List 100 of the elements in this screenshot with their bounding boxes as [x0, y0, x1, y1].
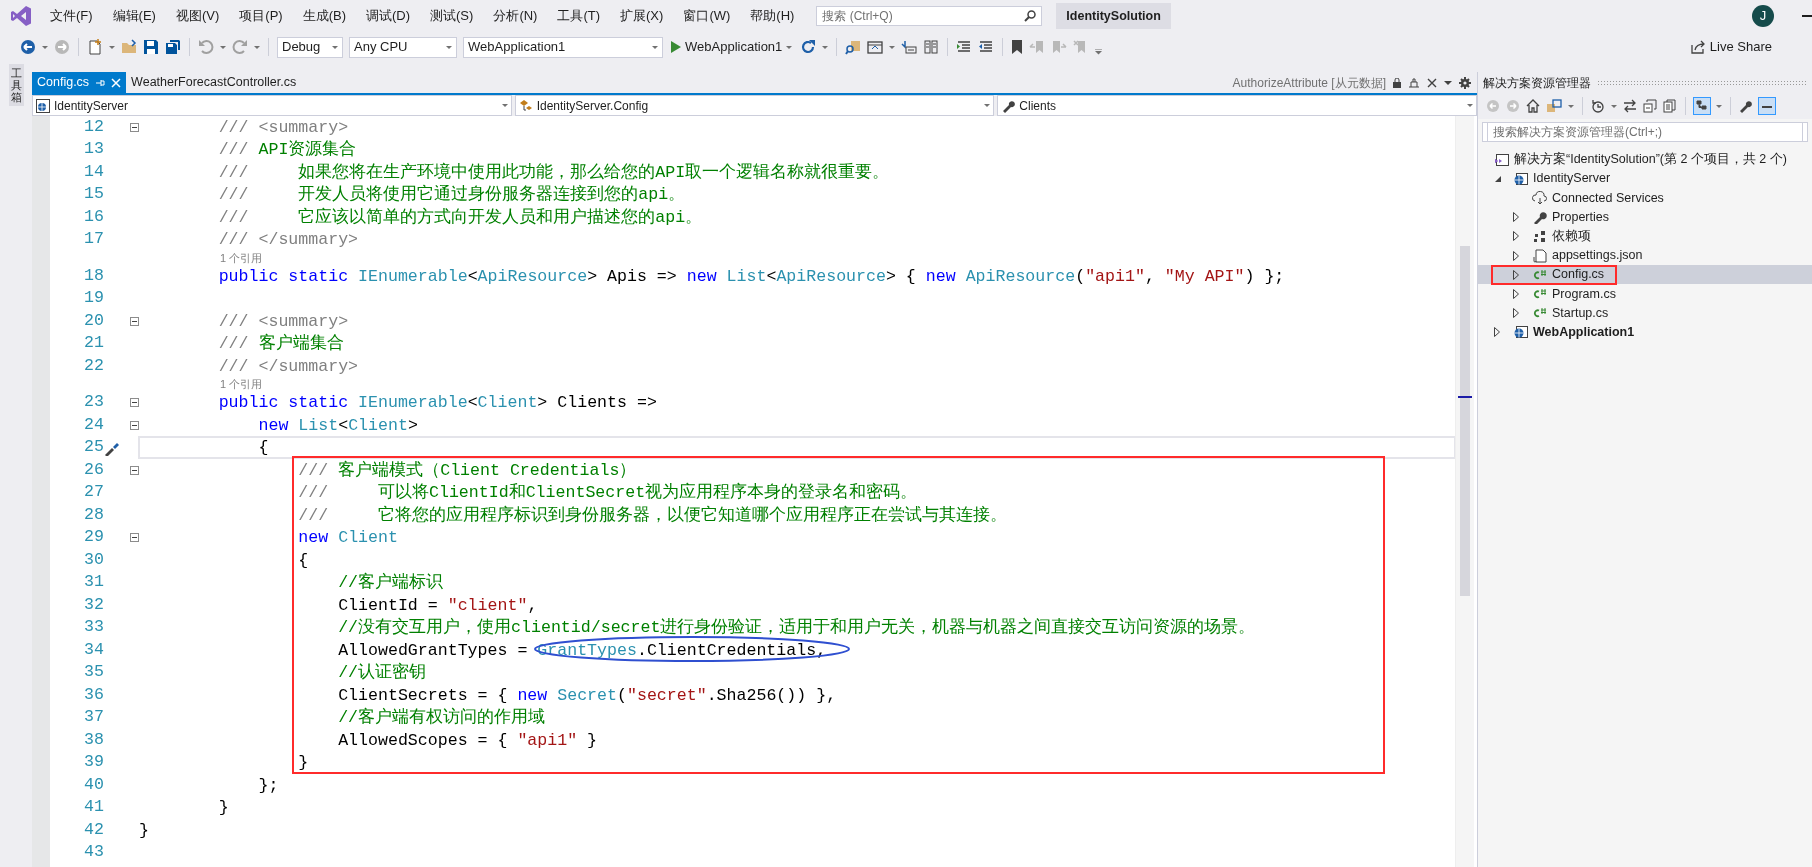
tree-item[interactable]: Startup.cs [1478, 303, 1812, 323]
caret-icon[interactable] [109, 45, 115, 49]
close-icon[interactable] [1427, 77, 1437, 88]
navigation-dropdown[interactable]: IdentityServer [32, 95, 512, 116]
csharp-icon [1532, 286, 1548, 301]
collapsed-arrow-icon[interactable] [1513, 250, 1519, 261]
toolbox-tab[interactable]: 工具箱 [8, 64, 24, 107]
home-icon[interactable] [1526, 99, 1540, 113]
indent-icon[interactable] [956, 39, 973, 55]
collapsed-arrow-icon[interactable] [1513, 288, 1519, 299]
menu-item[interactable]: 调试(D) [356, 3, 421, 29]
tree-item[interactable]: Connected Services [1478, 188, 1812, 208]
collapse-icon[interactable] [130, 398, 139, 408]
menu-item[interactable]: 文件(F) [40, 3, 103, 29]
folder-icon[interactable] [121, 39, 137, 55]
lock-icon [1393, 77, 1401, 88]
find-icon[interactable] [845, 39, 862, 55]
start-button[interactable]: WebApplication1 [669, 37, 795, 57]
menu-item[interactable]: 编辑(E) [102, 3, 166, 29]
caret-icon[interactable] [1444, 80, 1452, 85]
overflow-icon[interactable] [1095, 49, 1103, 55]
save-all-icon[interactable] [165, 39, 181, 55]
menu-item[interactable]: 测试(S) [420, 3, 484, 29]
collapsed-arrow-icon[interactable] [1513, 308, 1519, 319]
scrollbar-thumb[interactable] [1460, 246, 1470, 596]
menu-item[interactable]: 扩展(X) [610, 3, 674, 29]
vertical-scrollbar[interactable] [1455, 116, 1474, 867]
dropdown[interactable]: WebApplication1 [463, 36, 663, 58]
collapsed-arrow-icon[interactable] [1513, 231, 1519, 242]
collapse-icon[interactable] [130, 122, 139, 132]
navigation-dropdown[interactable]: Clients [997, 95, 1477, 116]
reference-count[interactable]: 1 个引用 [220, 378, 263, 391]
reference-count[interactable]: 1 个引用 [220, 251, 263, 265]
menu-item[interactable]: 项目(P) [229, 3, 293, 29]
history-icon[interactable] [1591, 99, 1605, 113]
new-file-icon[interactable] [87, 39, 103, 55]
caret-icon[interactable] [1611, 104, 1617, 108]
menu-item[interactable]: 视图(V) [165, 3, 230, 29]
collapsed-arrow-icon[interactable] [1513, 212, 1519, 223]
collapse-icon[interactable] [130, 533, 139, 543]
menu-item[interactable]: 窗口(W) [673, 3, 741, 29]
tree-view-icon[interactable] [1694, 98, 1710, 114]
collapse-icon[interactable] [130, 316, 139, 326]
menu-item[interactable]: 生成(B) [292, 3, 356, 29]
document-tab[interactable]: Config.cs [32, 72, 127, 93]
tree-item[interactable]: WebApplication1 [1478, 322, 1812, 342]
tree-item[interactable]: 解决方案“IdentitySolution”(第 2 个项目，共 2 个) [1478, 150, 1812, 170]
window-icon[interactable] [867, 39, 884, 55]
menu-item[interactable]: 分析(N) [483, 3, 548, 29]
copy-icon[interactable] [1663, 99, 1677, 113]
collapsed-arrow-icon[interactable] [1513, 269, 1519, 280]
caret-icon[interactable] [254, 45, 260, 49]
caret-icon[interactable] [1716, 104, 1722, 108]
menu-item[interactable]: 帮助(H) [740, 3, 805, 29]
caret-icon[interactable] [220, 45, 226, 49]
preview-tab[interactable]: AuthorizeAttribute [从元数据] [1232, 73, 1386, 92]
caret-icon[interactable] [42, 45, 48, 49]
columns-icon[interactable] [923, 39, 940, 55]
account-avatar[interactable]: J [1752, 5, 1774, 27]
sync-icon[interactable] [1623, 99, 1637, 113]
caret-icon [652, 45, 658, 49]
globe-icon [1513, 171, 1529, 186]
line-number: 14 [83, 160, 104, 183]
menu-item[interactable]: 工具(T) [547, 3, 611, 29]
switch-views-icon[interactable] [1546, 99, 1562, 113]
collapse-icon[interactable] [130, 465, 139, 475]
wrench-icon[interactable] [1739, 99, 1753, 113]
tree-item[interactable]: 依赖项 [1478, 226, 1812, 246]
tree-item[interactable]: appsettings.json [1478, 245, 1812, 266]
caret-icon[interactable] [1568, 104, 1574, 108]
collapse-all-icon[interactable] [1643, 99, 1657, 113]
line-number: 28 [83, 503, 104, 526]
caret-icon[interactable] [889, 45, 896, 49]
outdent-icon[interactable] [978, 39, 995, 55]
search-field[interactable]: 搜索 (Ctrl+Q) [816, 6, 1043, 26]
code-line: /// <summary> [217, 116, 350, 138]
refresh-icon[interactable] [800, 39, 817, 55]
caret-icon[interactable] [822, 45, 829, 49]
tree-item[interactable]: Properties [1478, 207, 1812, 227]
gear-icon[interactable] [1459, 76, 1471, 89]
dropdown[interactable]: Debug [277, 36, 343, 58]
insert-icon[interactable] [901, 39, 918, 55]
code-line: AllowedScopes = { "api1" } [337, 729, 599, 751]
live-share-button[interactable]: Live Share [1687, 37, 1774, 57]
line-number: 15 [83, 183, 104, 206]
expanded-arrow-icon[interactable] [1494, 174, 1502, 183]
dropdown[interactable]: Any CPU [349, 36, 457, 58]
search-field[interactable]: 搜索解决方案资源管理器(Ctrl+;) [1487, 122, 1803, 142]
document-tab[interactable]: WeatherForecastController.cs [126, 72, 302, 93]
back-icon[interactable] [20, 39, 36, 55]
save-icon[interactable] [143, 39, 159, 55]
pin-icon[interactable] [95, 77, 106, 88]
bookmark-icon[interactable] [1011, 39, 1024, 55]
tree-item[interactable]: Program.cs [1478, 284, 1812, 304]
pin-icon[interactable] [1408, 77, 1420, 88]
navigation-dropdown[interactable]: IdentityServer.Config [514, 95, 995, 116]
tree-item[interactable]: Config.cs [1478, 265, 1812, 285]
collapse-icon[interactable] [130, 420, 139, 430]
tree-item[interactable]: IdentityServer [1478, 169, 1812, 189]
collapsed-arrow-icon[interactable] [1494, 327, 1500, 338]
